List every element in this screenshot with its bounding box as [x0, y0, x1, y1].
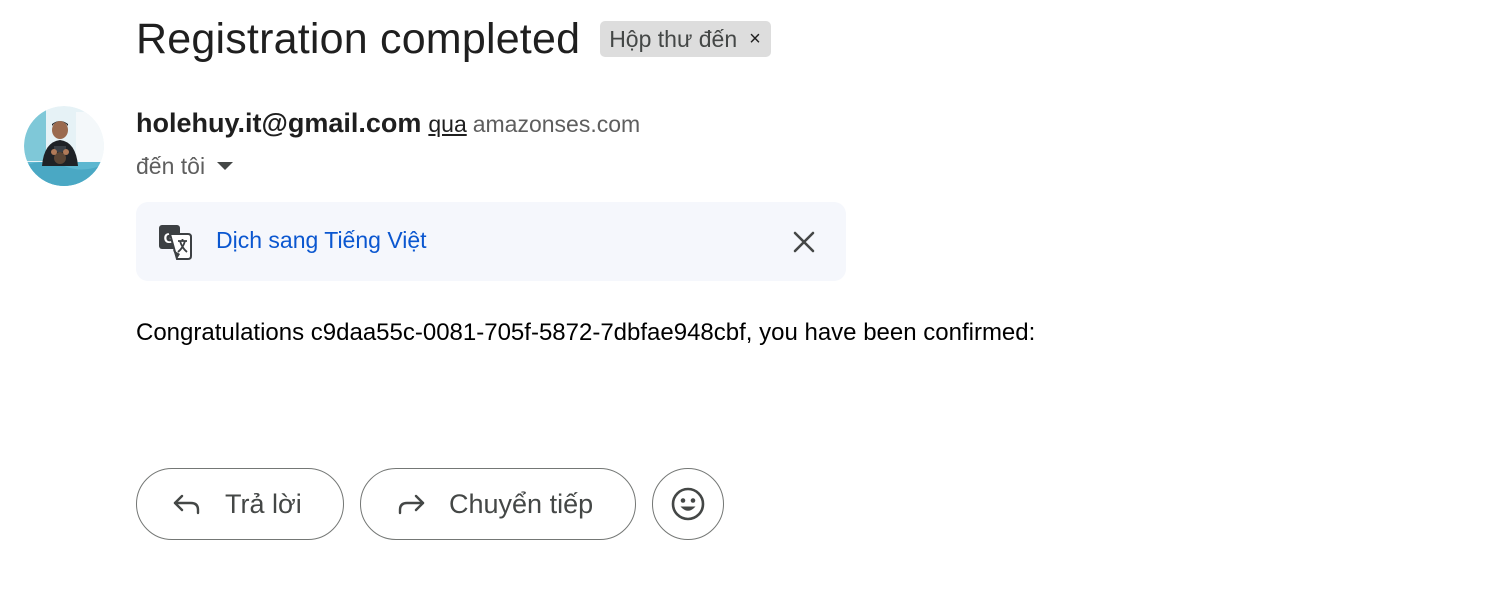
- recipient-details-toggle[interactable]: đến tôi: [136, 150, 234, 182]
- subject-row: Registration completed Hộp thư đến ×: [136, 14, 771, 64]
- email-subject: Registration completed: [136, 15, 581, 63]
- emoji-reaction-button[interactable]: [652, 468, 724, 540]
- recipient-text: đến tôi: [136, 152, 206, 179]
- sender-row: holehuy.it@gmail.com qua amazonses.com: [136, 108, 640, 144]
- reply-icon: [173, 494, 200, 515]
- close-icon[interactable]: [791, 229, 817, 255]
- inbox-label-chip[interactable]: Hộp thư đến ×: [600, 21, 771, 57]
- translate-link[interactable]: Dịch sang Tiếng Việt: [216, 227, 427, 254]
- reply-button[interactable]: Trả lời: [136, 468, 344, 540]
- forward-label: Chuyển tiếp: [449, 488, 594, 519]
- via-link[interactable]: qua: [428, 111, 466, 138]
- google-translate-icon: G: [159, 225, 192, 260]
- inbox-label-text: Hộp thư đến: [609, 25, 738, 52]
- via-domain: amazonses.com: [472, 111, 641, 137]
- profile-photo-icon: [24, 106, 104, 186]
- message-body: Congratulations c9daa55c-0081-705f-5872-…: [136, 319, 1036, 346]
- forward-button[interactable]: Chuyển tiếp: [360, 468, 636, 540]
- smiley-icon: [671, 487, 705, 521]
- forward-icon: [398, 494, 425, 515]
- sender-avatar[interactable]: [24, 106, 104, 186]
- remove-label-icon[interactable]: ×: [749, 29, 761, 49]
- sender-email[interactable]: holehuy.it@gmail.com: [136, 108, 421, 139]
- reply-label: Trả lời: [225, 488, 302, 519]
- caret-down-icon: [217, 162, 234, 170]
- translate-bar: G Dịch sang Tiếng Việt: [136, 202, 846, 281]
